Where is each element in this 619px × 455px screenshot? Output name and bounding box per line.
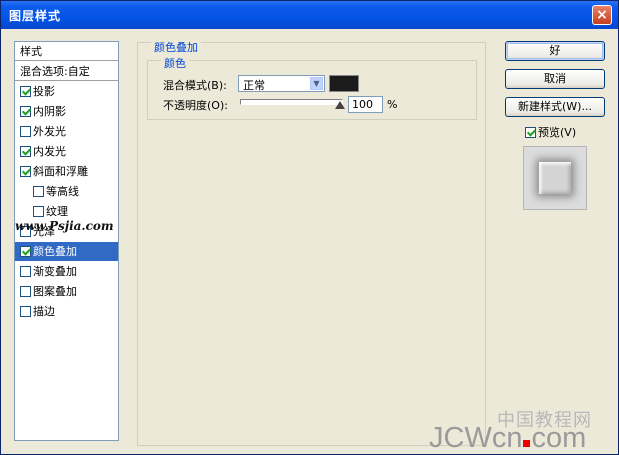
style-label: 内发光 xyxy=(33,145,66,158)
checkbox-outer-glow[interactable] xyxy=(20,126,31,137)
style-label: 内阴影 xyxy=(33,105,66,118)
watermark-jcwcn-b: com xyxy=(531,422,587,454)
checkbox-stroke[interactable] xyxy=(20,306,31,317)
style-label: 斜面和浮雕 xyxy=(33,165,88,178)
style-item-outer-glow[interactable]: 外发光 xyxy=(15,122,118,141)
style-label: 投影 xyxy=(33,85,55,98)
style-item-inner-shadow[interactable]: 内阴影 xyxy=(15,102,118,121)
checkbox-gradient-overlay[interactable] xyxy=(20,266,31,277)
style-label: 图案叠加 xyxy=(33,285,77,298)
checkbox-pattern-overlay[interactable] xyxy=(20,286,31,297)
watermark-psjia: www.Psjia.com xyxy=(15,219,114,233)
style-item-inner-glow[interactable]: 内发光 xyxy=(15,142,118,161)
style-label: 颜色叠加 xyxy=(33,245,77,258)
styles-header[interactable]: 样式 xyxy=(15,42,118,61)
opacity-input[interactable]: 100 xyxy=(348,96,383,113)
section-title: 颜色叠加 xyxy=(151,39,201,55)
title-bar[interactable]: 图层样式 × xyxy=(1,1,618,29)
styles-list: 样式 混合选项:自定 投影 内阴影 外发光 内发光 斜面和浮雕 等高线 纹理 光… xyxy=(14,41,119,441)
style-item-contour[interactable]: 等高线 xyxy=(15,182,118,201)
preview-thumbnail xyxy=(539,162,571,194)
overlay-color-swatch[interactable] xyxy=(329,75,359,92)
group-title: 颜色 xyxy=(161,55,189,71)
cancel-button[interactable]: 取消 xyxy=(505,69,605,89)
blend-mode-value: 正常 xyxy=(243,79,265,92)
blend-mode-select[interactable]: 正常 ▼ xyxy=(238,75,325,92)
chevron-down-icon[interactable]: ▼ xyxy=(310,77,323,90)
opacity-slider-track[interactable] xyxy=(240,99,343,105)
checkbox-contour[interactable] xyxy=(33,186,44,197)
layer-style-dialog: 图层样式 × 样式 混合选项:自定 投影 内阴影 外发光 内发光 斜面和浮雕 等… xyxy=(0,0,619,455)
checkbox-preview[interactable] xyxy=(525,127,536,138)
watermark-dot xyxy=(523,440,531,447)
checkbox-bevel-emboss[interactable] xyxy=(20,166,31,177)
checkbox-texture[interactable] xyxy=(33,206,44,217)
style-label: 等高线 xyxy=(46,185,79,198)
blend-options-item[interactable]: 混合选项:自定 xyxy=(15,62,118,81)
style-item-gradient-overlay[interactable]: 渐变叠加 xyxy=(15,262,118,281)
ok-button[interactable]: 好 xyxy=(505,41,605,61)
checkbox-inner-shadow[interactable] xyxy=(20,106,31,117)
watermark-jcwcn: JCWcn com xyxy=(429,422,586,455)
watermark-jcwcn-a: JCWcn xyxy=(429,422,523,454)
preview-label: 预览(V) xyxy=(538,126,577,139)
blend-mode-label: 混合模式(B): xyxy=(163,79,227,92)
style-preview xyxy=(523,146,587,210)
checkbox-drop-shadow[interactable] xyxy=(20,86,31,97)
close-icon[interactable]: × xyxy=(592,5,612,25)
opacity-label: 不透明度(O): xyxy=(163,99,228,112)
style-item-stroke[interactable]: 描边 xyxy=(15,302,118,321)
window-title: 图层样式 xyxy=(9,9,62,23)
checkbox-inner-glow[interactable] xyxy=(20,146,31,157)
style-label: 纹理 xyxy=(46,205,68,218)
opacity-slider-thumb[interactable] xyxy=(335,101,345,109)
style-label: 描边 xyxy=(33,305,55,318)
opacity-unit: % xyxy=(387,98,398,111)
style-label: 渐变叠加 xyxy=(33,265,77,278)
new-style-button[interactable]: 新建样式(W)... xyxy=(505,97,605,117)
checkbox-color-overlay[interactable] xyxy=(20,246,31,257)
preview-toggle[interactable]: 预览(V) xyxy=(525,124,576,140)
style-label: 外发光 xyxy=(33,125,66,138)
style-item-bevel-emboss[interactable]: 斜面和浮雕 xyxy=(15,162,118,181)
style-item-color-overlay[interactable]: 颜色叠加 xyxy=(15,242,118,261)
style-item-pattern-overlay[interactable]: 图案叠加 xyxy=(15,282,118,301)
style-item-drop-shadow[interactable]: 投影 xyxy=(15,82,118,101)
